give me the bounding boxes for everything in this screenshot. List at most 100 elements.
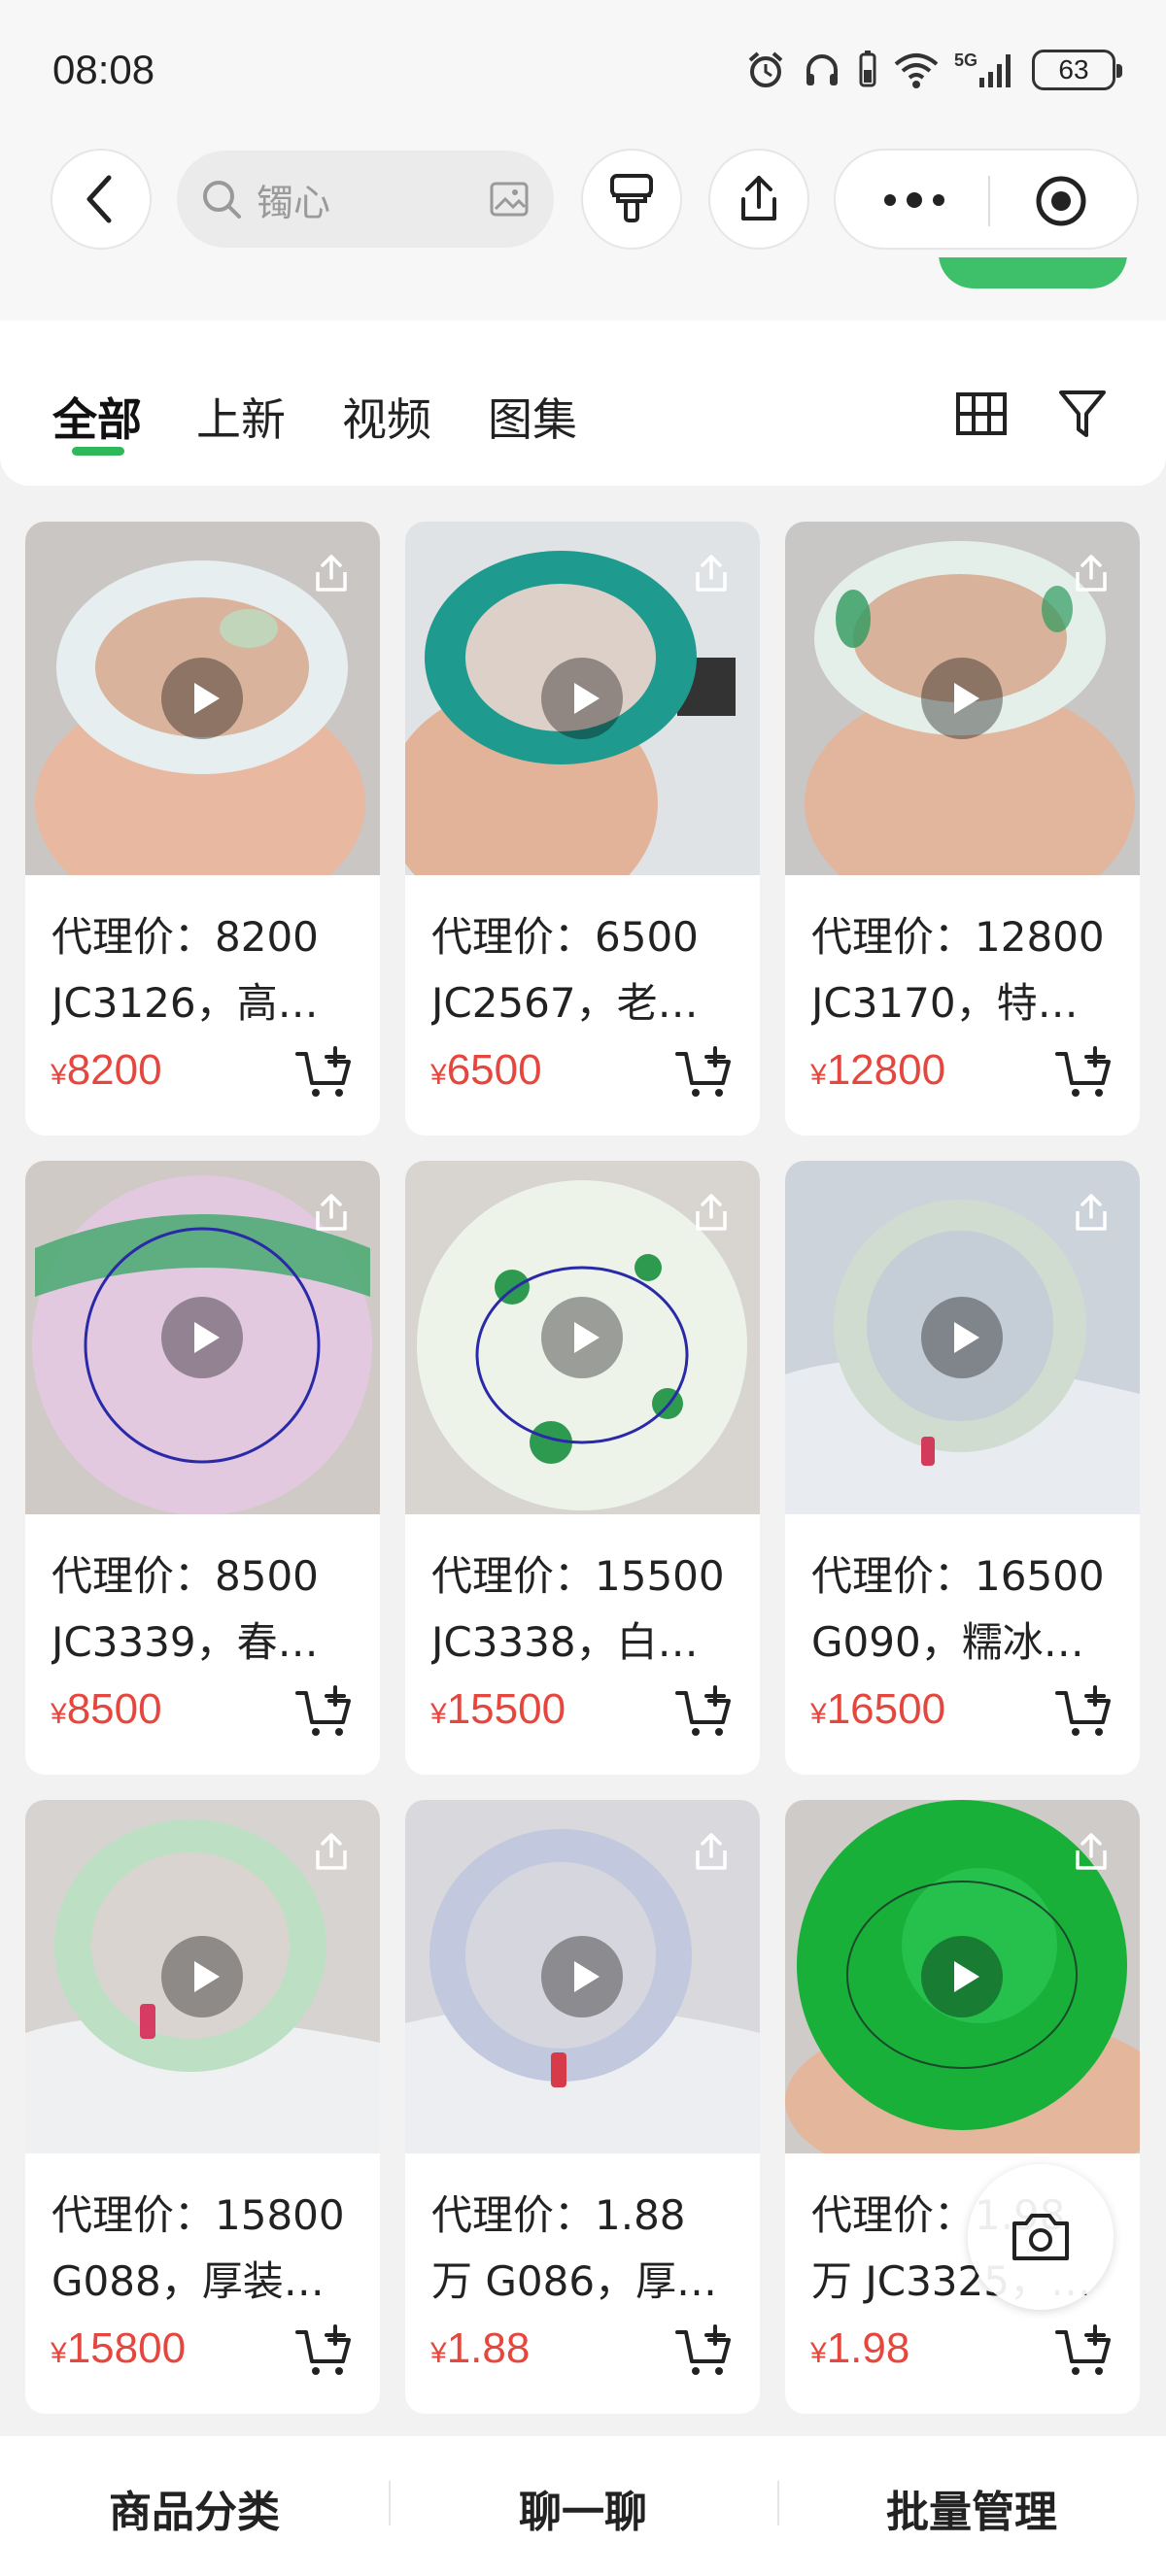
product-card[interactable]: 代理价：16500 G090，糯冰… ¥16500 [785, 1161, 1140, 1775]
play-icon[interactable] [921, 658, 1003, 739]
product-title: JC3338，白… [431, 1618, 699, 1666]
add-to-cart-icon[interactable] [674, 1046, 733, 1101]
brush-button[interactable] [581, 149, 682, 250]
back-icon [86, 175, 112, 223]
product-title: JC3170，特… [811, 979, 1079, 1027]
share-icon[interactable] [310, 553, 353, 595]
record-icon[interactable] [1034, 174, 1088, 228]
currency-symbol: ¥ [51, 1059, 67, 1091]
product-title: G090，糯冰… [811, 1618, 1084, 1666]
price-value: 8200 [66, 1046, 162, 1094]
product-card[interactable]: 代理价：8500 JC3339，春… ¥8500 [25, 1161, 380, 1775]
bottom-toolbar: 商品分类 聊一聊 批量管理 [0, 2436, 1166, 2576]
product-card[interactable]: 代理价：1.88 万 G086，厚… ¥1.88 [405, 1800, 760, 2414]
currency-symbol: ¥ [51, 1698, 67, 1730]
image-search-icon[interactable] [488, 178, 531, 220]
product-price: ¥16500 [810, 1685, 945, 1734]
search-bar[interactable]: 镯心 [177, 151, 554, 248]
product-card[interactable]: 代理价：12800 JC3170，特… ¥12800 [785, 522, 1140, 1135]
currency-symbol: ¥ [51, 2337, 67, 2369]
add-to-cart-icon[interactable] [294, 1046, 353, 1101]
active-tab-indicator [72, 447, 124, 456]
price-value: 16500 [826, 1685, 946, 1733]
product-title: JC3126，高… [51, 979, 319, 1027]
play-icon[interactable] [161, 658, 243, 739]
price-value: 1.98 [826, 2324, 910, 2372]
add-to-cart-icon[interactable] [1054, 2324, 1113, 2379]
add-to-cart-icon[interactable] [1054, 1046, 1113, 1101]
chat-button[interactable]: 聊一聊 [389, 2477, 777, 2539]
share-icon[interactable] [690, 1831, 733, 1874]
product-price: ¥1.88 [430, 2324, 530, 2373]
wifi-icon [894, 53, 939, 88]
header-peek [0, 257, 1166, 321]
add-to-cart-icon[interactable] [674, 1685, 733, 1740]
agent-price-label: 代理价：16500 [811, 1552, 1105, 1600]
tab-new[interactable]: 上新 [196, 385, 286, 449]
agent-price-label: 代理价：6500 [431, 913, 699, 961]
category-button[interactable]: 商品分类 [0, 2477, 389, 2539]
share-icon[interactable] [1070, 553, 1113, 595]
product-card[interactable]: 代理价：1.98 万 JC3325，… ¥1.98 [785, 1800, 1140, 2414]
add-to-cart-icon[interactable] [674, 2324, 733, 2379]
product-card[interactable]: 代理价：8200 JC3126，高… ¥8200 [25, 522, 380, 1135]
share-icon[interactable] [1070, 1831, 1113, 1874]
price-value: 15800 [66, 2324, 187, 2372]
status-time: 08:08 [52, 47, 155, 92]
more-icon[interactable] [880, 186, 948, 215]
share-icon[interactable] [690, 1192, 733, 1235]
share-icon[interactable] [690, 553, 733, 595]
play-icon[interactable] [921, 1936, 1003, 2017]
agent-price-label: 代理价：8500 [51, 1552, 319, 1600]
alarm-icon [748, 51, 783, 87]
capsule-divider [988, 176, 990, 226]
top-nav: 镯心 [0, 141, 1166, 257]
product-title: JC2567，老… [431, 979, 699, 1027]
agent-price-label: 代理价：15500 [431, 1552, 725, 1600]
currency-symbol: ¥ [430, 2337, 447, 2369]
agent-price-label: 代理价：1.88 [431, 2191, 686, 2239]
product-card[interactable]: 代理价：15800 G088，厚装… ¥15800 [25, 1800, 380, 2414]
svg-text:5G: 5G [954, 51, 977, 70]
tab-all[interactable]: 全部 [52, 385, 142, 449]
currency-symbol: ¥ [810, 1698, 827, 1730]
product-price: ¥1.98 [810, 2324, 909, 2373]
currency-symbol: ¥ [810, 1059, 827, 1091]
play-icon[interactable] [161, 1297, 243, 1378]
add-to-cart-icon[interactable] [1054, 1685, 1113, 1740]
category-tabs: 全部 上新 视频 图集 [0, 321, 1166, 486]
product-title: 万 G086，厚… [431, 2257, 718, 2305]
grid-view-icon[interactable] [954, 387, 1009, 441]
currency-symbol: ¥ [810, 2337, 827, 2369]
share-icon[interactable] [1070, 1192, 1113, 1235]
add-to-cart-icon[interactable] [294, 1685, 353, 1740]
camera-button[interactable] [968, 2164, 1114, 2310]
product-title: G088，厚装… [51, 2257, 325, 2305]
product-price: ¥8500 [51, 1685, 162, 1734]
brush-icon [610, 174, 653, 222]
share-page-button[interactable] [708, 149, 809, 250]
signal-icon: 5G [954, 51, 1011, 87]
tab-album[interactable]: 图集 [488, 385, 577, 449]
share-icon[interactable] [310, 1831, 353, 1874]
agent-price-label: 代理价：15800 [51, 2191, 345, 2239]
tab-video[interactable]: 视频 [342, 385, 431, 449]
share-icon[interactable] [310, 1192, 353, 1235]
price-value: 6500 [446, 1046, 542, 1094]
agent-price-label: 代理价：8200 [51, 913, 319, 961]
add-to-cart-icon[interactable] [294, 2324, 353, 2379]
product-card[interactable]: 代理价：15500 JC3338，白… ¥15500 [405, 1161, 760, 1775]
product-card[interactable]: 代理价：6500 JC2567，老… ¥6500 [405, 522, 760, 1135]
play-icon[interactable] [541, 658, 623, 739]
back-button[interactable] [51, 149, 152, 250]
currency-symbol: ¥ [430, 1698, 447, 1730]
play-icon[interactable] [921, 1297, 1003, 1378]
filter-icon[interactable] [1057, 387, 1108, 441]
green-button-partial [939, 257, 1127, 288]
play-icon[interactable] [161, 1936, 243, 2017]
play-icon[interactable] [541, 1297, 623, 1378]
play-icon[interactable] [541, 1936, 623, 2017]
batch-manage-button[interactable]: 批量管理 [777, 2477, 1166, 2539]
price-value: 1.88 [446, 2324, 531, 2372]
product-price: ¥8200 [51, 1046, 162, 1095]
